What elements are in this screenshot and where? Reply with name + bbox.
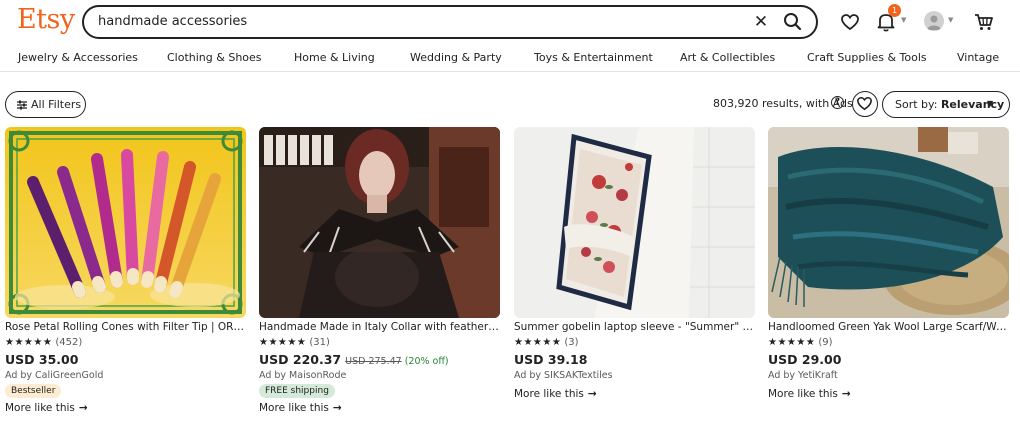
- arrow-right-icon: →: [587, 388, 597, 400]
- account-avatar[interactable]: [924, 11, 944, 31]
- star-rating: ★★★★★ (3): [514, 337, 579, 348]
- free-shipping-badge: FREE shipping: [259, 384, 335, 398]
- category-jewelry-accessories[interactable]: Jewelry & Accessories: [18, 51, 138, 64]
- review-count: (31): [309, 337, 330, 348]
- search-bar[interactable]: handmade accessories ✕: [82, 5, 818, 39]
- chevron-down-icon: ▼: [987, 99, 994, 108]
- notifications-caret-icon[interactable]: ▼: [901, 16, 906, 24]
- arrow-right-icon: →: [841, 388, 851, 400]
- search-button[interactable]: [780, 9, 806, 35]
- ad-shop-name[interactable]: Ad by MaisonRode: [259, 370, 346, 381]
- more-like-this-link[interactable]: More like this →: [259, 402, 342, 414]
- notification-count-badge: 1: [888, 4, 901, 17]
- cart-icon: [975, 14, 993, 30]
- more-like-this-label: More like this: [5, 402, 75, 414]
- stars-icon: ★★★★★: [259, 337, 307, 348]
- price-value: USD 220.37: [259, 352, 342, 367]
- feather-collar-image: [259, 127, 500, 318]
- clear-search-icon[interactable]: ✕: [750, 11, 772, 33]
- price-value: USD 35.00: [5, 352, 79, 367]
- laptop-sleeve-image: [514, 127, 755, 318]
- review-count: (3): [564, 337, 579, 348]
- rolling-cones-image: [5, 127, 246, 318]
- category-clothing-shoes[interactable]: Clothing & Shoes: [167, 51, 262, 64]
- product-title[interactable]: Rose Petal Rolling Cones with Filter Tip…: [5, 321, 246, 333]
- category-vintage[interactable]: Vintage: [957, 51, 999, 64]
- ad-shop-name[interactable]: Ad by SIKSAKTextiles: [514, 370, 613, 381]
- product-card[interactable]: Summer gobelin laptop sleeve - "Summer" …: [514, 127, 755, 425]
- more-like-this-label: More like this: [768, 388, 838, 400]
- save-search-button[interactable]: [852, 91, 878, 117]
- product-card[interactable]: Handmade Made in Italy Collar with feath…: [259, 127, 500, 425]
- price-value: USD 39.18: [514, 352, 588, 367]
- category-nav: Jewelry & Accessories Clothing & Shoes H…: [0, 44, 1020, 72]
- ads-info-icon[interactable]: ?: [831, 96, 844, 109]
- discount-percent: (20% off): [404, 356, 449, 367]
- star-rating: ★★★★★ (452): [5, 337, 82, 348]
- bestseller-badge: Bestseller: [5, 384, 62, 398]
- account-caret-icon[interactable]: ▼: [948, 16, 953, 24]
- heart-icon: [841, 14, 859, 31]
- category-art-collectibles[interactable]: Art & Collectibles: [680, 51, 775, 64]
- etsy-logo[interactable]: Etsy: [17, 4, 75, 35]
- ad-shop-name[interactable]: Ad by CaliGreenGold: [5, 370, 103, 381]
- stars-icon: ★★★★★: [514, 337, 562, 348]
- arrow-right-icon: →: [78, 402, 88, 414]
- product-image[interactable]: [514, 127, 755, 318]
- more-like-this-label: More like this: [514, 388, 584, 400]
- category-home-living[interactable]: Home & Living: [294, 51, 375, 64]
- cart-button[interactable]: [971, 9, 997, 35]
- stars-icon: ★★★★★: [5, 337, 53, 348]
- product-price: USD 220.37 USD 275.47 (20% off): [259, 352, 449, 367]
- product-image[interactable]: [768, 127, 1009, 318]
- product-price: USD 35.00: [5, 352, 78, 367]
- price-value: USD 29.00: [768, 352, 842, 367]
- product-price: USD 29.00: [768, 352, 841, 367]
- heart-icon: [857, 96, 872, 111]
- star-rating: ★★★★★ (9): [768, 337, 833, 348]
- review-count: (9): [818, 337, 833, 348]
- sort-value: Relevancy: [940, 98, 1005, 111]
- category-wedding-party[interactable]: Wedding & Party: [410, 51, 502, 64]
- ad-shop-name[interactable]: Ad by YetiKraft: [768, 370, 838, 381]
- star-rating: ★★★★★ (31): [259, 337, 330, 348]
- more-like-this-link[interactable]: More like this →: [514, 388, 597, 400]
- product-title[interactable]: Handloomed Green Yak Wool Large Scarf/Wr…: [768, 321, 1009, 333]
- site-header: Etsy handmade accessories ✕ 1 ▼ ▼: [0, 0, 1020, 44]
- more-like-this-label: More like this: [259, 402, 329, 414]
- all-filters-button[interactable]: All Filters: [5, 91, 86, 118]
- category-toys-entertainment[interactable]: Toys & Entertainment: [534, 51, 653, 64]
- favorites-button[interactable]: [837, 9, 863, 35]
- more-like-this-link[interactable]: More like this →: [5, 402, 88, 414]
- arrow-right-icon: →: [332, 402, 342, 414]
- filter-sliders-icon: [17, 100, 27, 110]
- product-title[interactable]: Summer gobelin laptop sleeve - "Summer" …: [514, 321, 755, 333]
- more-like-this-link[interactable]: More like this →: [768, 388, 851, 400]
- user-icon: [927, 15, 941, 30]
- review-count: (452): [55, 337, 83, 348]
- category-craft-supplies-tools[interactable]: Craft Supplies & Tools: [807, 51, 927, 64]
- sort-dropdown[interactable]: Sort by: Relevancy ▼: [882, 91, 1010, 118]
- product-image[interactable]: [259, 127, 500, 318]
- product-title[interactable]: Handmade Made in Italy Collar with feath…: [259, 321, 500, 333]
- stars-icon: ★★★★★: [768, 337, 816, 348]
- search-input[interactable]: handmade accessories: [98, 14, 247, 29]
- sort-prefix: Sort by:: [895, 98, 941, 111]
- all-filters-label: All Filters: [31, 98, 82, 111]
- yak-wool-scarf-image: [768, 127, 1009, 318]
- product-price: USD 39.18: [514, 352, 587, 367]
- product-card[interactable]: Handloomed Green Yak Wool Large Scarf/Wr…: [768, 127, 1009, 425]
- product-card[interactable]: Rose Petal Rolling Cones with Filter Tip…: [5, 127, 246, 425]
- product-image[interactable]: [5, 127, 246, 318]
- original-price: USD 275.47: [345, 356, 402, 367]
- search-icon: [784, 13, 802, 31]
